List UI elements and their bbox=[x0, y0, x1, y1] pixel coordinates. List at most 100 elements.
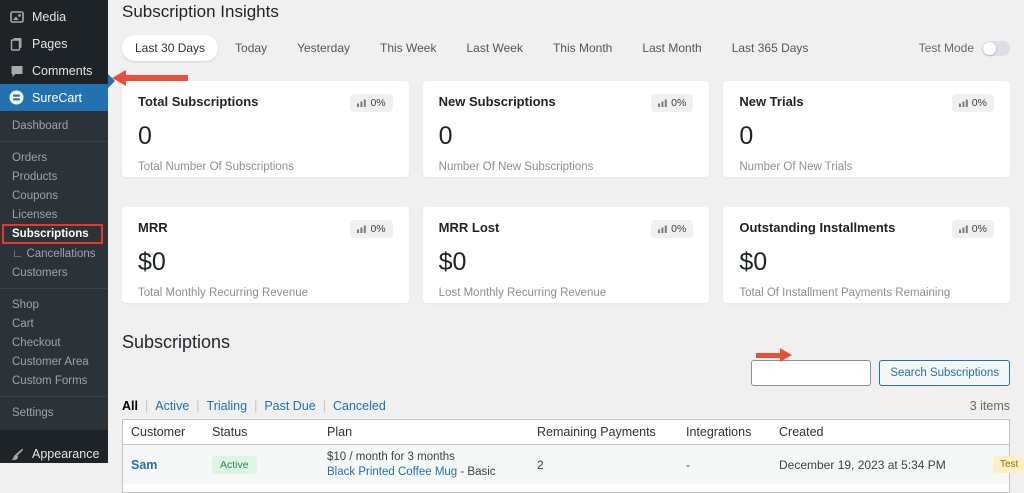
page-title: Subscription Insights bbox=[122, 2, 279, 21]
table-row: Sam Active $10 / month for 3 months Blac… bbox=[123, 445, 1024, 484]
submenu-item-dashboard[interactable]: Dashboard bbox=[0, 116, 108, 135]
card-value: $0 bbox=[138, 248, 166, 276]
card-title: New Trials bbox=[739, 94, 804, 109]
bar-chart-icon bbox=[357, 225, 367, 233]
media-icon bbox=[9, 9, 24, 24]
submenu-divider bbox=[0, 288, 108, 289]
date-filter-last-week[interactable]: Last Week bbox=[453, 35, 535, 61]
card-title: MRR bbox=[138, 220, 168, 235]
filter-all[interactable]: All bbox=[122, 399, 138, 413]
date-filter-last-30-days[interactable]: Last 30 Days bbox=[122, 35, 219, 61]
bar-chart-icon bbox=[958, 225, 968, 233]
test-mode-toggle[interactable] bbox=[982, 40, 1010, 56]
card-total-subscriptions: Total Subscriptions 0% 0 Total Number Of… bbox=[122, 81, 409, 177]
submenu-item-customers[interactable]: Customers bbox=[0, 263, 108, 282]
card-new-subscriptions: New Subscriptions 0% 0 Number Of New Sub… bbox=[422, 81, 710, 177]
card-value: 0 bbox=[739, 122, 754, 150]
bar-chart-icon bbox=[357, 99, 367, 107]
sidebar-item-comments[interactable]: Comments bbox=[0, 57, 108, 84]
submenu-item-cart[interactable]: Cart bbox=[0, 314, 108, 333]
column-created: Created bbox=[779, 425, 824, 439]
annotation-arrow-surecart bbox=[112, 70, 188, 86]
filter-trialing[interactable]: Trialing bbox=[207, 399, 248, 413]
filter-active[interactable]: Active bbox=[155, 399, 189, 413]
submenu-item-products[interactable]: Products bbox=[0, 167, 108, 186]
filter-past-due[interactable]: Past Due bbox=[264, 399, 315, 413]
sidebar-item-label: Media bbox=[32, 9, 67, 24]
card-title: MRR Lost bbox=[438, 220, 500, 235]
date-filter-this-week[interactable]: This Week bbox=[367, 35, 449, 61]
change-badge: 0% bbox=[951, 94, 994, 112]
date-filter-last-month[interactable]: Last Month bbox=[629, 35, 714, 61]
admin-sidebar: Media Pages Comments SureCart Dashboard … bbox=[0, 0, 108, 463]
card-title: Outstanding Installments bbox=[739, 220, 896, 235]
subscriptions-table: Customer Status Plan Remaining Payments … bbox=[122, 419, 1024, 493]
remaining-payments-value: 2 bbox=[537, 457, 544, 472]
column-customer: Customer bbox=[131, 425, 186, 439]
submenu-divider bbox=[0, 396, 108, 397]
submenu-item-subscriptions[interactable]: Subscriptions bbox=[2, 224, 103, 244]
sidebar-item-label: Pages bbox=[32, 36, 68, 51]
change-badge: 0% bbox=[951, 220, 994, 238]
card-subtitle: Total Monthly Recurring Revenue bbox=[138, 287, 309, 299]
bar-chart-icon bbox=[658, 225, 667, 233]
column-remaining-payments: Remaining Payments bbox=[537, 425, 656, 439]
submenu-item-coupons[interactable]: Coupons bbox=[0, 186, 108, 205]
submenu-item-licenses[interactable]: Licenses bbox=[0, 205, 108, 224]
card-title: New Subscriptions bbox=[438, 94, 556, 109]
comments-icon bbox=[9, 63, 24, 78]
date-filter-yesterday[interactable]: Yesterday bbox=[284, 35, 363, 61]
submenu-item-orders[interactable]: Orders bbox=[0, 148, 108, 167]
card-subtitle: Total Of Installment Payments Remaining bbox=[739, 287, 951, 299]
change-badge: 0% bbox=[350, 220, 393, 238]
appearance-icon bbox=[9, 446, 24, 461]
search-input[interactable] bbox=[751, 360, 872, 386]
card-subtitle: Lost Monthly Recurring Revenue bbox=[438, 287, 607, 299]
submenu-item-customer-area[interactable]: Customer Area bbox=[0, 352, 108, 371]
column-mode bbox=[969, 427, 1009, 437]
status-badge: Active bbox=[212, 455, 257, 474]
test-mode-badge: Test bbox=[993, 456, 1024, 473]
integrations-value: - bbox=[686, 457, 690, 472]
submenu-item-shop[interactable]: Shop bbox=[0, 295, 108, 314]
submenu-divider bbox=[0, 141, 108, 142]
surecart-submenu: Dashboard Orders Products Coupons Licens… bbox=[0, 111, 108, 430]
column-integrations: Integrations bbox=[686, 425, 752, 439]
plan-product-link[interactable]: Black Printed Coffee Mug bbox=[327, 466, 457, 478]
column-plan: Plan bbox=[327, 425, 353, 439]
card-subtitle: Number Of New Trials bbox=[739, 161, 853, 173]
card-value: $0 bbox=[739, 248, 768, 276]
submenu-item-settings[interactable]: Settings bbox=[0, 403, 108, 422]
status-filters: All Active Trialing Past Due Canceled bbox=[122, 399, 386, 413]
date-filter-this-month[interactable]: This Month bbox=[540, 35, 625, 61]
card-mrr: MRR 0% $0 Total Monthly Recurring Revenu… bbox=[122, 207, 409, 303]
sidebar-item-appearance[interactable]: Appearance bbox=[0, 440, 108, 463]
submenu-item-custom-forms[interactable]: Custom Forms bbox=[0, 371, 108, 390]
date-filter-today[interactable]: Today bbox=[222, 35, 280, 61]
column-status: Status bbox=[212, 425, 248, 439]
sidebar-item-label: SureCart bbox=[32, 90, 83, 105]
card-mrr-lost: MRR Lost 0% $0 Lost Monthly Recurring Re… bbox=[422, 207, 710, 303]
subscriptions-heading: Subscriptions bbox=[122, 332, 231, 352]
items-count: 3 items bbox=[969, 399, 1010, 413]
surecart-logo-icon bbox=[9, 90, 24, 105]
stat-cards: Total Subscriptions 0% 0 Total Number Of… bbox=[122, 81, 1010, 303]
date-filter-group: Last 30 Days Today Yesterday This Week L… bbox=[122, 35, 821, 61]
sidebar-item-media[interactable]: Media bbox=[0, 3, 108, 30]
sidebar-item-surecart[interactable]: SureCart bbox=[0, 84, 108, 111]
date-filter-last-365-days[interactable]: Last 365 Days bbox=[719, 35, 822, 61]
customer-link[interactable]: Sam bbox=[131, 458, 157, 472]
submenu-item-checkout[interactable]: Checkout bbox=[0, 333, 108, 352]
plan-variant: - Basic bbox=[457, 466, 496, 478]
sidebar-item-pages[interactable]: Pages bbox=[0, 30, 108, 57]
table-header: Customer Status Plan Remaining Payments … bbox=[123, 420, 1009, 445]
search-subscriptions-button[interactable]: Search Subscriptions bbox=[879, 360, 1010, 386]
sidebar-item-label: Comments bbox=[32, 63, 93, 78]
submenu-item-cancellations[interactable]: ∟ Cancellations bbox=[0, 244, 108, 263]
main-content: Subscription Insights Last 30 Days Today… bbox=[108, 0, 1024, 493]
change-badge: 0% bbox=[651, 94, 694, 112]
bar-chart-icon bbox=[958, 99, 968, 107]
annotation-arrow-search bbox=[756, 348, 792, 362]
pages-icon bbox=[9, 36, 24, 51]
filter-canceled[interactable]: Canceled bbox=[333, 399, 386, 413]
